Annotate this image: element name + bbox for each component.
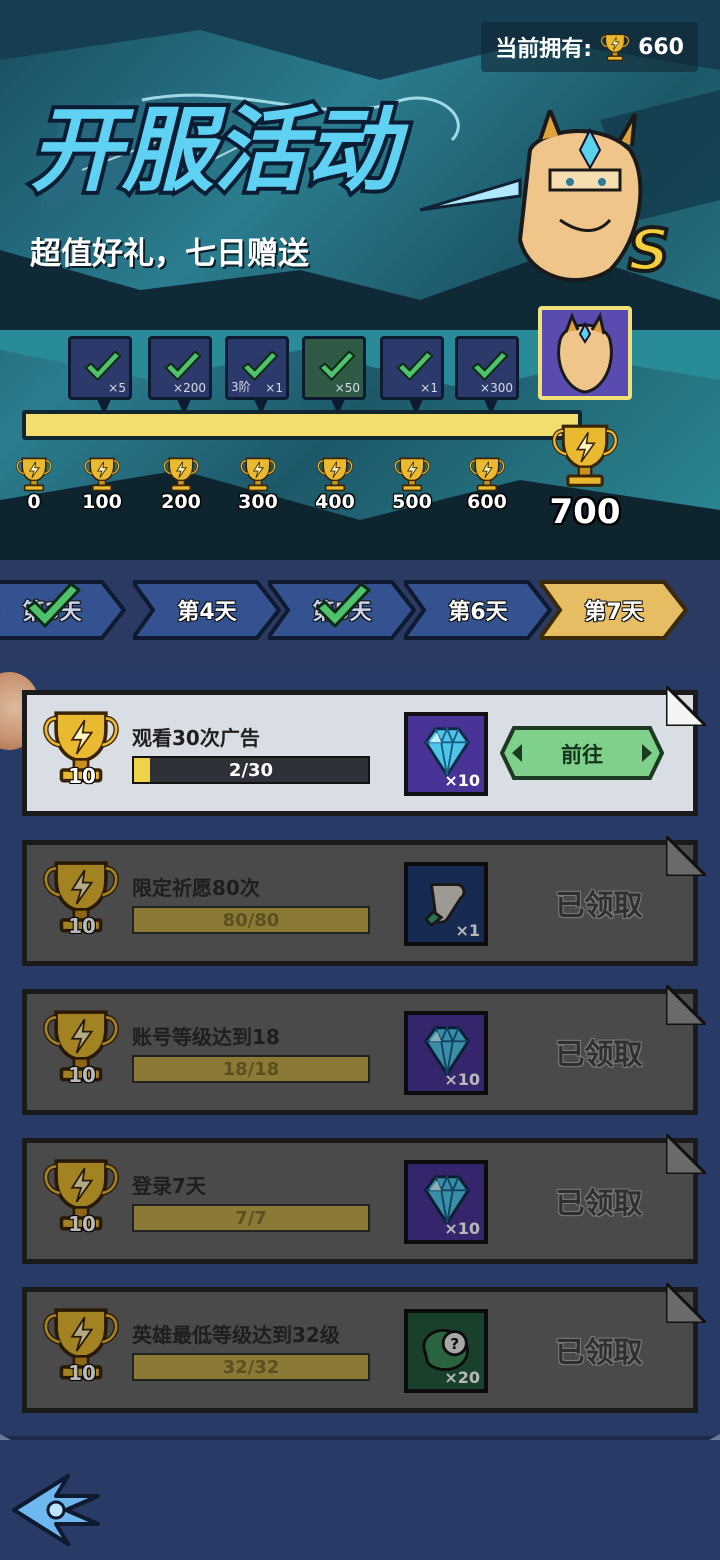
task-progress-bar: 80/80 bbox=[132, 906, 370, 934]
trophy-icon bbox=[235, 455, 281, 493]
task-progress-bar: 7/7 bbox=[132, 1204, 370, 1232]
hero-portrait-icon bbox=[542, 310, 628, 396]
milestone-tick: 600 bbox=[461, 455, 513, 513]
claimed-label: 已领取 bbox=[555, 1037, 643, 1071]
task-reward[interactable]: ×10 bbox=[404, 1011, 488, 1095]
hero-art: S bbox=[420, 110, 672, 286]
task-reward[interactable]: ×1 bbox=[404, 862, 488, 946]
claimed-label: 已领取 bbox=[555, 1335, 643, 1369]
card-corner-fold bbox=[666, 686, 706, 726]
milestone-tick: 0 bbox=[8, 455, 60, 513]
task-progress-bar: 2/30 bbox=[132, 756, 370, 784]
milestone-tick: 400 bbox=[309, 455, 361, 513]
task-name: 观看30次广告 bbox=[132, 726, 260, 750]
milestone-reward-1[interactable]: ×200 bbox=[148, 336, 212, 415]
task-row: 10 观看30次广告 2/30 ×10 前往 bbox=[14, 686, 706, 820]
milestone-reward-0[interactable]: ×5 bbox=[68, 336, 132, 415]
claimed-label: 已领取 bbox=[555, 888, 643, 922]
tab-day-4[interactable]: 第4天 bbox=[133, 578, 281, 642]
milestone-tick: 300 bbox=[232, 455, 284, 513]
task-name: 英雄最低等级达到32级 bbox=[132, 1323, 340, 1347]
task-reward[interactable]: ×10 bbox=[404, 712, 488, 796]
trophy-icon bbox=[11, 455, 57, 493]
footer-bar bbox=[0, 1440, 720, 1560]
task-reward[interactable]: ×10 bbox=[404, 1160, 488, 1244]
final-milestone-tick: 700 bbox=[540, 420, 630, 532]
owned-label: 当前拥有: bbox=[495, 37, 593, 62]
trophy-icon bbox=[598, 30, 632, 64]
tab-day-6[interactable]: 第6天 bbox=[404, 578, 552, 642]
trophy-icon bbox=[79, 455, 125, 493]
trophy-icon bbox=[464, 455, 510, 493]
task-row: 10 账号等级达到18 18/18 ×10 已领取 bbox=[14, 985, 706, 1119]
back-button[interactable] bbox=[8, 1468, 104, 1548]
event-subtitle: 超值好礼，七日赠送 bbox=[30, 236, 309, 272]
milestone-reward-4[interactable]: ×1 bbox=[380, 336, 444, 415]
claimed-label: 已领取 bbox=[555, 1186, 643, 1220]
task-name: 登录7天 bbox=[132, 1174, 206, 1198]
task-progress-bar: 32/32 bbox=[132, 1353, 370, 1381]
trophy-icon bbox=[389, 455, 435, 493]
claimed-check-icon bbox=[470, 349, 510, 385]
day-complete-check-icon bbox=[18, 582, 88, 632]
milestone-tick: 100 bbox=[76, 455, 128, 513]
claimed-check-icon bbox=[317, 349, 357, 385]
task-name: 限定祈愿80次 bbox=[132, 876, 260, 900]
tab-day-5[interactable]: 第5天 bbox=[268, 578, 416, 642]
milestone-reward-2[interactable]: 3阶 ×1 bbox=[225, 336, 289, 415]
milestone-tick: 200 bbox=[155, 455, 207, 513]
owned-points: 当前拥有: 660 bbox=[481, 22, 698, 72]
task-row: 10 英雄最低等级达到32级 32/32 ×20 已领取 bbox=[14, 1283, 706, 1417]
tab-day-3[interactable]: 第3天 bbox=[0, 578, 126, 642]
card-corner-fold bbox=[666, 1283, 706, 1323]
task-row: 10 登录7天 7/7 ×10 已领取 bbox=[14, 1134, 706, 1268]
milestone-reward-3[interactable]: ×50 bbox=[302, 336, 366, 415]
hero-rank: S bbox=[628, 216, 670, 284]
milestone-progress-track bbox=[22, 410, 582, 440]
tab-day-7[interactable]: 第7天 bbox=[540, 578, 688, 642]
task-row: 10 限定祈愿80次 80/80 ×1 已领取 bbox=[14, 836, 706, 970]
card-corner-fold bbox=[666, 836, 706, 876]
claimed-check-icon bbox=[163, 349, 203, 385]
event-title: 开服活动 开服活动 bbox=[26, 93, 460, 208]
card-corner-fold bbox=[666, 985, 706, 1025]
claimed-check-icon bbox=[83, 349, 123, 385]
task-name: 账号等级达到18 bbox=[132, 1025, 280, 1049]
event-banner: 当前拥有: 660 开服活动 开服活动 超值好礼，七日赠送 S ×5 ×200 … bbox=[0, 0, 720, 560]
day-complete-check-icon bbox=[308, 582, 378, 632]
milestone-tick: 500 bbox=[386, 455, 438, 513]
task-progress-bar: 18/18 bbox=[132, 1055, 370, 1083]
trophy-icon bbox=[542, 420, 628, 490]
task-reward[interactable]: ×20 bbox=[404, 1309, 488, 1393]
owned-value: 660 bbox=[638, 34, 684, 60]
go-button[interactable]: 前往 bbox=[500, 724, 664, 782]
trophy-icon bbox=[158, 455, 204, 493]
final-hero-reward[interactable] bbox=[538, 306, 632, 400]
claimed-check-icon bbox=[395, 349, 435, 385]
svg-text:开服活动: 开服活动 bbox=[30, 97, 409, 204]
trophy-icon bbox=[312, 455, 358, 493]
milestone-reward-5[interactable]: ×300 bbox=[455, 336, 519, 415]
card-corner-fold bbox=[666, 1134, 706, 1174]
